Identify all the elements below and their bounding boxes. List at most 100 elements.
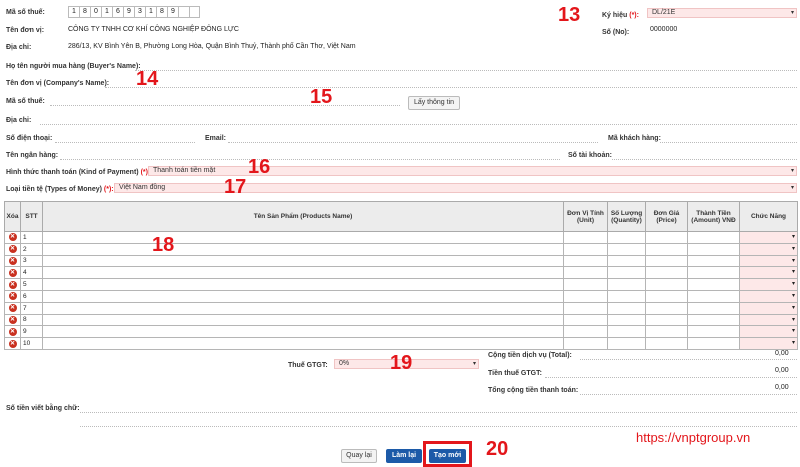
delete-cell[interactable]: ✕ [4, 242, 21, 256]
tax-digit-box[interactable]: 8 [156, 6, 167, 18]
unit-cell[interactable] [563, 266, 608, 280]
tax-digit-box[interactable]: 1 [68, 6, 79, 18]
back-button[interactable]: Quay lại [341, 449, 377, 463]
quantity-cell[interactable] [607, 242, 646, 256]
product-name-cell[interactable] [42, 325, 564, 339]
product-name-cell[interactable] [42, 266, 564, 280]
tax-digit-box[interactable] [178, 6, 189, 18]
quantity-cell[interactable] [607, 231, 646, 244]
product-name-cell[interactable] [42, 301, 564, 315]
product-name-cell[interactable] [42, 254, 564, 268]
delete-cell[interactable]: ✕ [4, 278, 21, 291]
phone-input[interactable] [55, 142, 195, 143]
delete-cell[interactable]: ✕ [4, 231, 21, 244]
delete-row-icon[interactable]: ✕ [8, 245, 17, 254]
amount-cell[interactable] [687, 278, 740, 291]
product-name-cell[interactable] [42, 231, 564, 244]
delete-cell[interactable]: ✕ [4, 325, 21, 339]
delete-row-icon[interactable]: ✕ [8, 304, 17, 313]
amount-cell[interactable] [687, 231, 740, 244]
function-select[interactable]: ▾ [739, 266, 798, 280]
function-select[interactable]: ▾ [739, 254, 798, 268]
quantity-cell[interactable] [607, 325, 646, 339]
customer-code-input[interactable] [660, 142, 797, 143]
unit-cell[interactable] [563, 278, 608, 291]
price-cell[interactable] [645, 254, 688, 268]
function-select[interactable]: ▾ [739, 313, 798, 327]
tax-digit-box[interactable]: 6 [112, 6, 123, 18]
price-cell[interactable] [645, 325, 688, 339]
delete-row-icon[interactable]: ✕ [8, 256, 17, 265]
function-select[interactable]: ▾ [739, 289, 798, 303]
delete-cell[interactable]: ✕ [4, 301, 21, 315]
function-select[interactable]: ▾ [739, 242, 798, 256]
delete-cell[interactable]: ✕ [4, 337, 21, 350]
quantity-cell[interactable] [607, 337, 646, 350]
function-select[interactable]: ▾ [739, 301, 798, 315]
delete-cell[interactable]: ✕ [4, 254, 21, 268]
unit-cell[interactable] [563, 289, 608, 303]
unit-cell[interactable] [563, 325, 608, 339]
price-cell[interactable] [645, 337, 688, 350]
amount-cell[interactable] [687, 254, 740, 268]
buyer-name-input[interactable] [135, 70, 797, 71]
quantity-cell[interactable] [607, 289, 646, 303]
amount-cell[interactable] [687, 242, 740, 256]
product-name-cell[interactable] [42, 337, 564, 350]
price-cell[interactable] [645, 278, 688, 291]
tax-digit-box[interactable]: 9 [123, 6, 134, 18]
price-cell[interactable] [645, 242, 688, 256]
words-input[interactable] [80, 412, 797, 413]
product-name-cell[interactable] [42, 278, 564, 291]
quantity-cell[interactable] [607, 313, 646, 327]
create-button[interactable]: Tạo mới [429, 449, 466, 463]
delete-cell[interactable]: ✕ [4, 266, 21, 280]
product-name-cell[interactable] [42, 313, 564, 327]
quantity-cell[interactable] [607, 301, 646, 315]
price-cell[interactable] [645, 301, 688, 315]
function-select[interactable]: ▾ [739, 337, 798, 350]
product-name-cell[interactable] [42, 242, 564, 256]
unit-cell[interactable] [563, 254, 608, 268]
amount-cell[interactable] [687, 301, 740, 315]
delete-row-icon[interactable]: ✕ [8, 327, 17, 336]
symbol-select[interactable]: DL/21E ▾ [647, 8, 797, 18]
function-select[interactable]: ▾ [739, 231, 798, 244]
payment-select[interactable]: Thanh toán tiền mặt ▾ [148, 166, 797, 176]
company-name-input[interactable] [105, 87, 797, 88]
unit-cell[interactable] [563, 337, 608, 350]
quantity-cell[interactable] [607, 254, 646, 268]
amount-cell[interactable] [687, 289, 740, 303]
delete-row-icon[interactable]: ✕ [8, 339, 17, 348]
quantity-cell[interactable] [607, 266, 646, 280]
unit-cell[interactable] [563, 313, 608, 327]
tax-digit-box[interactable]: 1 [145, 6, 156, 18]
reset-button[interactable]: Làm lại [386, 449, 422, 463]
account-input[interactable] [612, 159, 797, 160]
delete-row-icon[interactable]: ✕ [8, 292, 17, 301]
product-name-cell[interactable] [42, 289, 564, 303]
delete-row-icon[interactable]: ✕ [8, 268, 17, 277]
quantity-cell[interactable] [607, 278, 646, 291]
amount-cell[interactable] [687, 337, 740, 350]
tax-digit-box[interactable]: 0 [90, 6, 101, 18]
tax-digit-box[interactable]: 8 [79, 6, 90, 18]
delete-row-icon[interactable]: ✕ [8, 280, 17, 289]
buyer-address-input[interactable] [40, 124, 797, 125]
function-select[interactable]: ▾ [739, 278, 798, 291]
email-input[interactable] [228, 142, 598, 143]
unit-cell[interactable] [563, 301, 608, 315]
unit-cell[interactable] [563, 231, 608, 244]
tax-digit-box[interactable]: 9 [167, 6, 178, 18]
delete-row-icon[interactable]: ✕ [8, 315, 17, 324]
price-cell[interactable] [645, 289, 688, 303]
tax-digit-box[interactable]: 1 [101, 6, 112, 18]
bank-input[interactable] [60, 159, 560, 160]
amount-cell[interactable] [687, 325, 740, 339]
tax-digit-box[interactable]: 3 [134, 6, 145, 18]
delete-row-icon[interactable]: ✕ [8, 233, 17, 242]
buyer-tax-input[interactable] [50, 105, 400, 106]
price-cell[interactable] [645, 231, 688, 244]
delete-cell[interactable]: ✕ [4, 289, 21, 303]
price-cell[interactable] [645, 313, 688, 327]
